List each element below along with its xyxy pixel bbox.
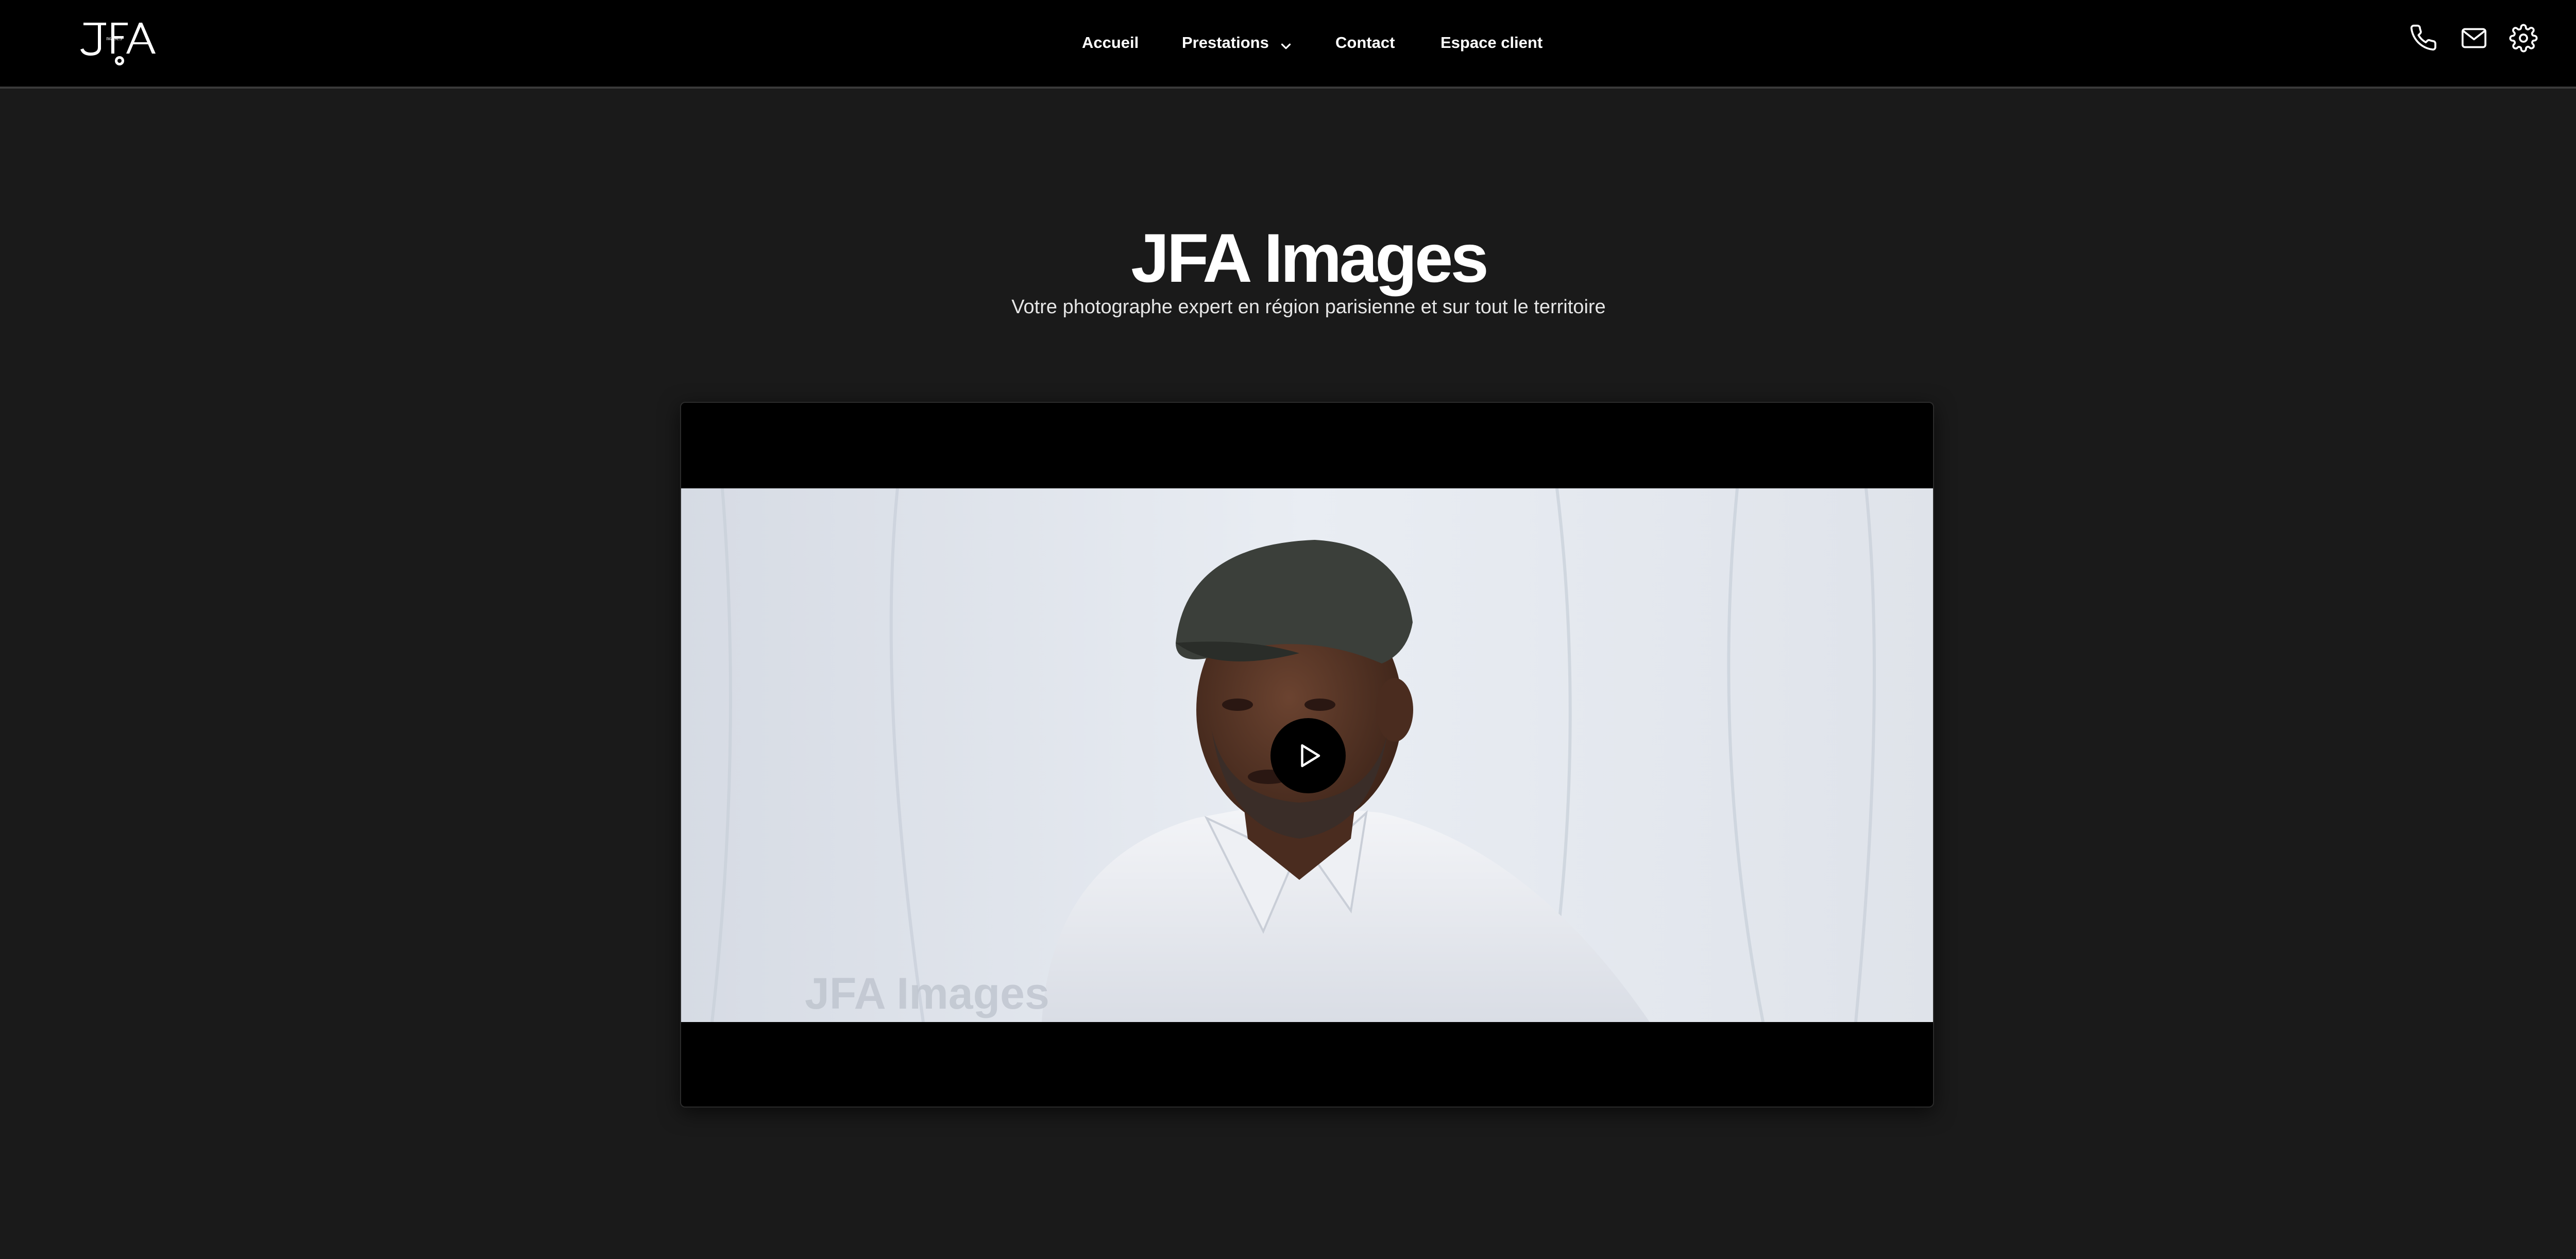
nav-item-contact[interactable]: Contact: [1335, 30, 1395, 56]
play-icon: [1301, 744, 1320, 768]
nav-item-prestations[interactable]: Prestations: [1182, 30, 1294, 56]
video-player[interactable]: JFA Images: [680, 402, 1934, 1108]
site-header: IMAGES Accueil Prestations Contact Espac…: [0, 0, 2576, 89]
video-watermark: JFA Images: [805, 969, 1049, 1018]
mail-icon[interactable]: [2460, 24, 2488, 53]
page-title: JFA Images: [1131, 219, 1489, 297]
nav-item-espace-client[interactable]: Espace client: [1440, 30, 1543, 56]
chevron-down-icon: [1278, 36, 1294, 52]
page-subtitle: Votre photographe expert en région paris…: [1011, 296, 1606, 318]
nav-item-accueil[interactable]: Accueil: [1082, 30, 1139, 56]
nav-item-prestations-label: Prestations: [1182, 33, 1269, 52]
phone-icon[interactable]: [2410, 24, 2439, 53]
play-button[interactable]: [1270, 718, 1346, 793]
main-nav: Accueil Prestations Contact Espace clien…: [0, 0, 2576, 87]
gear-icon[interactable]: [2509, 24, 2538, 53]
